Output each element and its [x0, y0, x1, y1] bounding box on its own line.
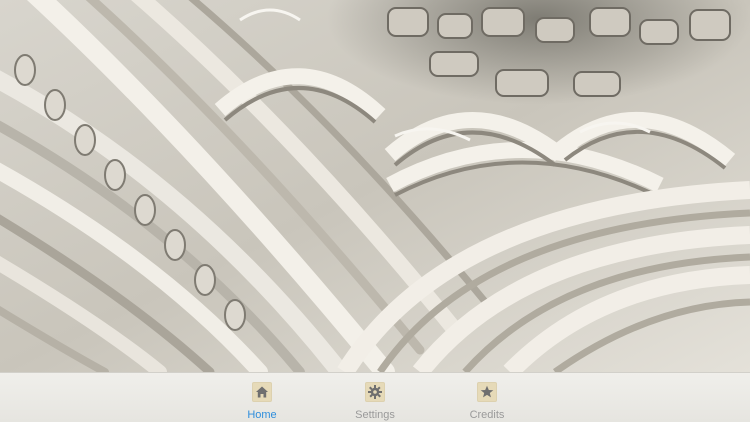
- bottom-tab-bar: Home Settings Credits: [0, 372, 750, 422]
- tab-home-label: Home: [247, 409, 277, 421]
- gear-icon: [365, 382, 385, 402]
- tab-credits-label: Credits: [469, 409, 505, 421]
- fractal-artwork: [0, 0, 750, 372]
- tab-home[interactable]: Home: [222, 378, 302, 422]
- app-screen: Home Settings Credits: [0, 0, 750, 422]
- star-icon: [477, 382, 497, 402]
- tab-settings-label: Settings: [355, 409, 395, 421]
- home-icon: [252, 382, 272, 402]
- tab-settings[interactable]: Settings: [335, 378, 415, 422]
- ornate-fractal-arches-image: [0, 0, 750, 372]
- tab-credits[interactable]: Credits: [447, 378, 527, 422]
